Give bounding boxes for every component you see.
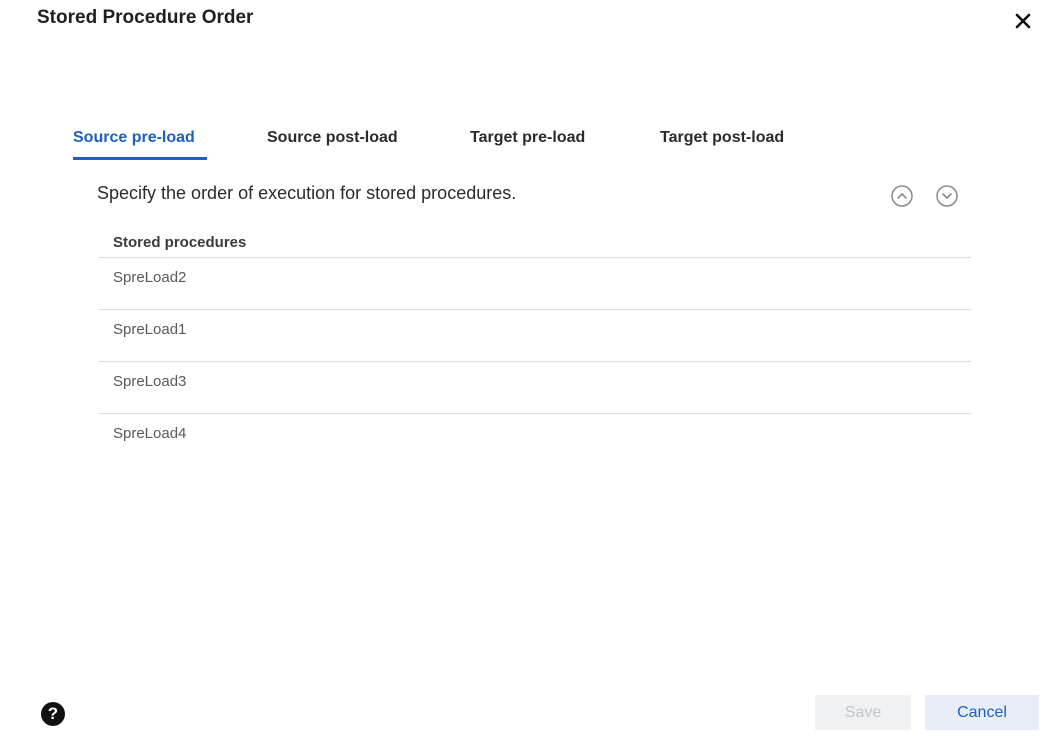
instruction-text: Specify the order of execution for store… [97, 183, 517, 203]
stored-procedures-table: Stored procedures SpreLoad2 SpreLoad1 Sp… [99, 228, 971, 466]
table-header: Stored procedures [99, 228, 971, 258]
tab-target-pre-load[interactable]: Target pre-load [470, 126, 585, 150]
close-button[interactable] [1010, 8, 1036, 34]
chevron-up-circle-icon [891, 185, 913, 207]
table-row[interactable]: SpreLoad4 [99, 414, 971, 466]
tab-target-post-load[interactable]: Target post-load [660, 126, 784, 150]
dialog-title: Stored Procedure Order [37, 7, 254, 28]
close-icon [1015, 13, 1031, 29]
table-row[interactable]: SpreLoad2 [99, 258, 971, 310]
chevron-down-circle-icon [936, 185, 958, 207]
cancel-button[interactable]: Cancel [925, 695, 1039, 730]
save-button[interactable]: Save [815, 695, 911, 730]
move-down-button[interactable] [935, 184, 959, 208]
table-row[interactable]: SpreLoad3 [99, 362, 971, 414]
help-icon[interactable]: ? [41, 702, 65, 726]
table-row[interactable]: SpreLoad1 [99, 310, 971, 362]
tab-source-pre-load[interactable]: Source pre-load [73, 126, 195, 150]
active-tab-indicator [73, 157, 207, 160]
move-up-button[interactable] [890, 184, 914, 208]
tab-source-post-load[interactable]: Source post-load [267, 126, 398, 150]
